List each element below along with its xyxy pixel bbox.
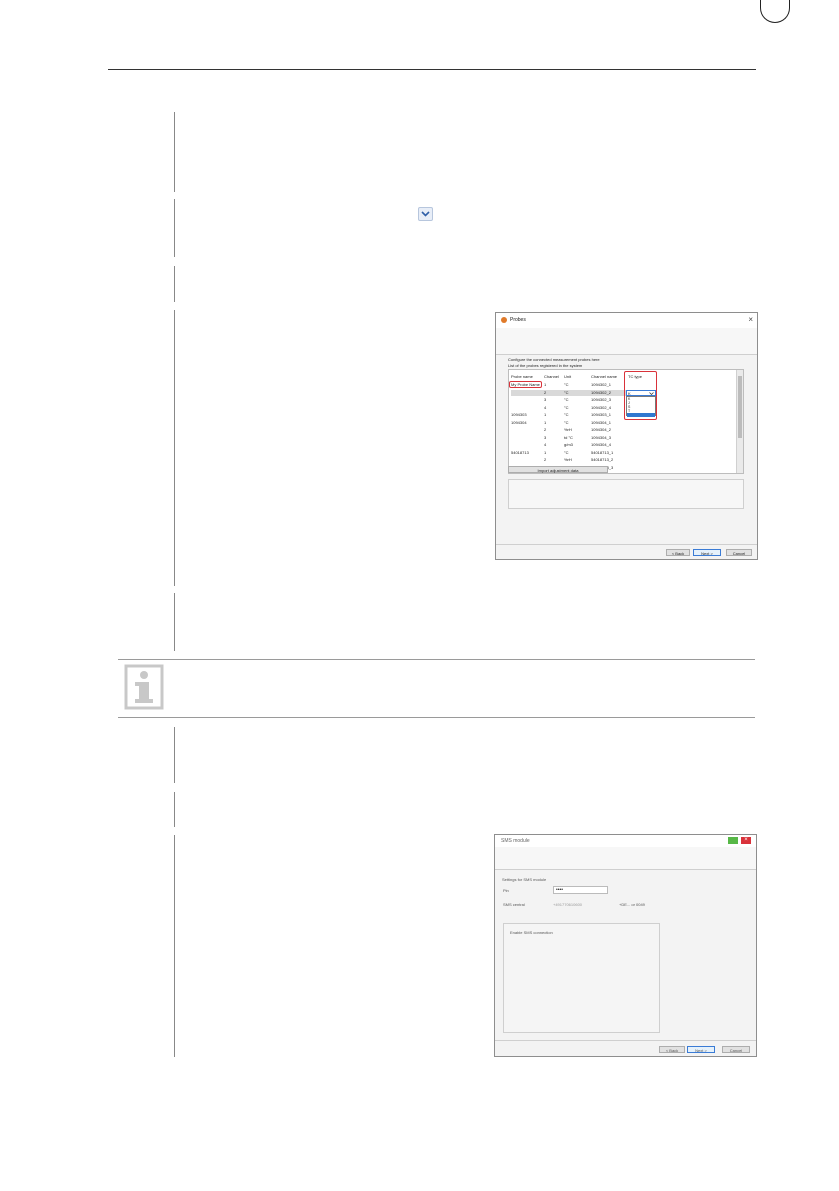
pin-input[interactable]: •••• — [553, 886, 608, 894]
dialog-title: Probes — [510, 317, 526, 323]
chevron-down-icon — [418, 207, 433, 221]
step-bar — [174, 310, 175, 586]
sms-dialog: SMS module × Settings for SMS module Pin… — [494, 834, 757, 1057]
table-cell: 1094303_1 — [591, 412, 612, 417]
table-cell: 1 — [544, 412, 547, 417]
table-cell: °C — [564, 412, 569, 417]
sms-connection-panel: Enable SMS connection — [503, 923, 660, 1033]
cancel-button[interactable]: Cancel — [722, 1046, 750, 1053]
table-cell: 4 — [544, 442, 547, 447]
footer-divider — [496, 544, 757, 545]
tc-option-highlighted[interactable] — [627, 413, 655, 417]
column-header: Channel name — [591, 374, 618, 379]
table-cell: 1094302_2 — [591, 389, 612, 395]
table-cell: td °C — [564, 434, 573, 440]
info-icon — [124, 664, 164, 710]
info-separator-top — [118, 659, 755, 660]
step-bar — [174, 835, 175, 1057]
enable-sms-label[interactable]: Enable SMS connection — [510, 930, 553, 935]
maximize-icon[interactable] — [728, 837, 738, 844]
step-bar — [174, 199, 175, 257]
next-button[interactable]: Next > — [693, 549, 721, 556]
dialog-header-band — [495, 847, 756, 870]
table-cell: 54018713 — [511, 449, 529, 455]
table-cell: 2 — [544, 389, 547, 395]
close-icon[interactable]: × — [741, 837, 751, 844]
table-row[interactable]: 2 °C 1094302_2 — [511, 389, 631, 396]
table-cell: 2 — [544, 427, 547, 432]
step-bar — [174, 593, 175, 651]
table-cell: °C — [564, 382, 569, 387]
punch-hole — [760, 0, 790, 23]
tc-type-options[interactable]: K J S T — [626, 396, 656, 417]
pin-label: Pin — [503, 888, 509, 893]
info-separator-bottom — [118, 717, 755, 718]
column-header: Channel — [544, 374, 559, 379]
highlight-probe-name — [509, 381, 542, 388]
table-cell: 1094302_1 — [591, 382, 612, 387]
app-logo-icon — [501, 317, 507, 323]
header-rule — [108, 69, 756, 70]
table-cell: g/m3 — [564, 442, 573, 447]
scrollbar-thumb[interactable] — [738, 376, 742, 438]
step-bar — [174, 266, 175, 302]
table-cell: 3 — [544, 434, 547, 440]
next-button[interactable]: Next > — [687, 1046, 715, 1053]
table-cell: %rH — [564, 457, 572, 462]
table-cell: °C — [564, 404, 569, 410]
dialog-title: SMS module — [501, 838, 530, 844]
table-cell: 1 — [544, 449, 547, 455]
table-cell: 1094303 — [511, 412, 527, 417]
probes-dialog: Probes × Configure the connected measure… — [495, 312, 758, 560]
table-cell: 1094304_3 — [591, 434, 612, 440]
close-icon[interactable]: × — [748, 315, 753, 324]
table-cell: °C — [564, 397, 569, 402]
cancel-button[interactable]: Cancel — [726, 549, 752, 556]
column-header: Unit — [564, 374, 572, 379]
table-cell: 2 — [544, 457, 547, 462]
table-cell: 1094304_2 — [591, 427, 612, 432]
probe-table[interactable]: Probe name Channel Unit Channel name TC … — [508, 369, 744, 474]
sms-center-hint: +DE... or 0049 — [619, 902, 645, 907]
sms-center-input[interactable]: +491770610600 — [553, 902, 582, 907]
dialog-instructions: Configure the connected measurement prob… — [508, 357, 600, 369]
column-header: Probe name — [511, 374, 533, 379]
table-cell: 4 — [544, 404, 547, 410]
table-cell: 54018713_1 — [591, 449, 614, 455]
details-panel — [508, 479, 744, 509]
table-cell: 1 — [544, 382, 547, 387]
back-button[interactable]: < Back — [659, 1046, 685, 1053]
dialog-header-band — [496, 328, 757, 355]
table-cell: 1094304_4 — [591, 442, 612, 447]
step-bar — [174, 792, 175, 827]
table-cell: 54018713_2 — [591, 457, 614, 462]
table-cell: °C — [564, 449, 569, 455]
step-bar — [174, 112, 175, 192]
dialog-titlebar: Probes × — [496, 313, 757, 329]
settings-label: Settings for SMS module — [502, 877, 547, 882]
table-cell: 1094302_3 — [591, 397, 612, 402]
table-cell: °C — [564, 419, 569, 425]
step-bar — [174, 727, 175, 783]
table-cell: 1094304_1 — [591, 419, 612, 425]
table-scrollbar[interactable] — [736, 370, 743, 473]
sms-center-label: SMS central — [503, 902, 525, 907]
table-cell: °C — [564, 389, 569, 395]
table-cell: 1094302_4 — [591, 404, 612, 410]
import-adjustment-button[interactable]: Import adjustment data — [508, 466, 608, 473]
table-cell: 1 — [544, 419, 547, 425]
chevron-down-icon — [649, 392, 654, 395]
table-cell: 3 — [544, 397, 547, 402]
table-cell: %rH — [564, 427, 572, 432]
table-cell: 1094304 — [511, 419, 527, 425]
back-button[interactable]: < Back — [666, 549, 690, 556]
footer-divider — [495, 1040, 756, 1041]
